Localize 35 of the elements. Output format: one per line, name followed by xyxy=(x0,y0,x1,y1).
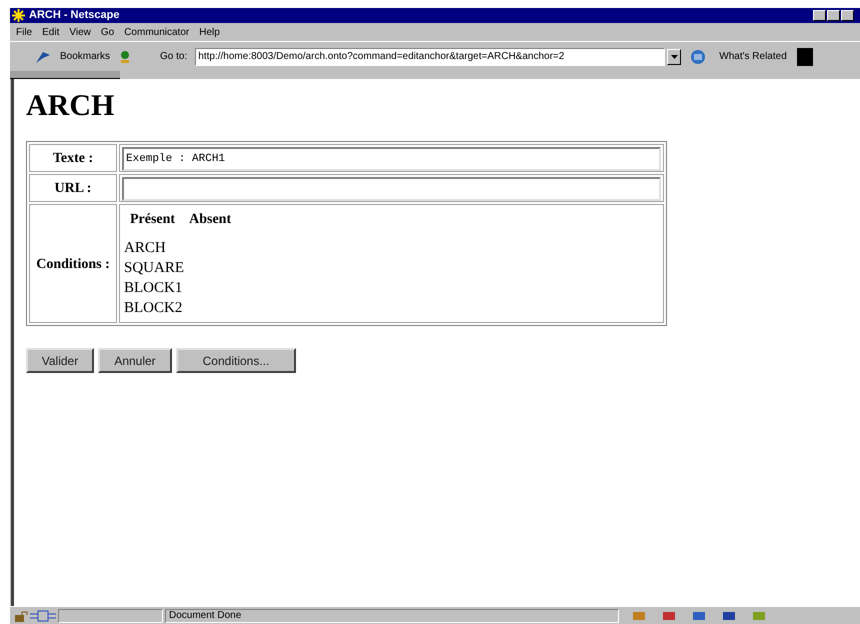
dropdown-button[interactable] xyxy=(667,48,682,64)
field-label: URL : xyxy=(54,181,92,196)
field-label: Texte : xyxy=(52,151,94,166)
page-heading: ARCH xyxy=(26,91,116,121)
bookmarks-button[interactable]: Bookmarks xyxy=(60,49,110,64)
condition-item: SQUARE xyxy=(124,259,186,278)
close-button[interactable] xyxy=(841,10,854,21)
menu-item[interactable]: Help xyxy=(199,24,220,40)
window-title: ARCH - Netscape xyxy=(29,8,120,24)
menu-item[interactable]: View xyxy=(69,24,91,40)
form-button[interactable]: Conditions... xyxy=(176,348,296,373)
field-label: Conditions : xyxy=(36,256,110,272)
condition-item: BLOCK1 xyxy=(124,279,184,298)
form-button[interactable]: Valider xyxy=(26,348,94,373)
condition-item: BLOCK2 xyxy=(124,299,184,318)
column-header: Présent xyxy=(130,211,176,229)
whats-related-button[interactable]: What's Related xyxy=(719,49,787,64)
text-field[interactable]: Exemple : ARCH1 xyxy=(122,147,661,171)
condition-item: ARCH xyxy=(124,239,167,258)
form-button[interactable]: Annuler xyxy=(98,348,172,373)
menu-item[interactable]: Edit xyxy=(42,24,60,40)
go-to-label: Go to: xyxy=(160,50,188,64)
star-logo-icon xyxy=(12,9,25,22)
menu-item[interactable]: Communicator xyxy=(124,24,190,40)
column-header: Absent xyxy=(189,211,232,229)
caret-icon xyxy=(670,54,678,58)
maximize-button[interactable] xyxy=(827,10,840,21)
address-field[interactable]: http://home:8003/Demo/arch.onto?command=editanchor&target=ARCH&anchor=2 xyxy=(195,48,666,66)
menu-item[interactable]: File xyxy=(16,24,32,40)
connection-icon xyxy=(30,610,56,622)
url-field[interactable] xyxy=(122,177,661,201)
menu-item[interactable]: Go xyxy=(100,24,114,40)
status-text: Document Done xyxy=(169,609,242,623)
lock-icon xyxy=(14,610,28,622)
minimize-button[interactable] xyxy=(813,10,826,21)
